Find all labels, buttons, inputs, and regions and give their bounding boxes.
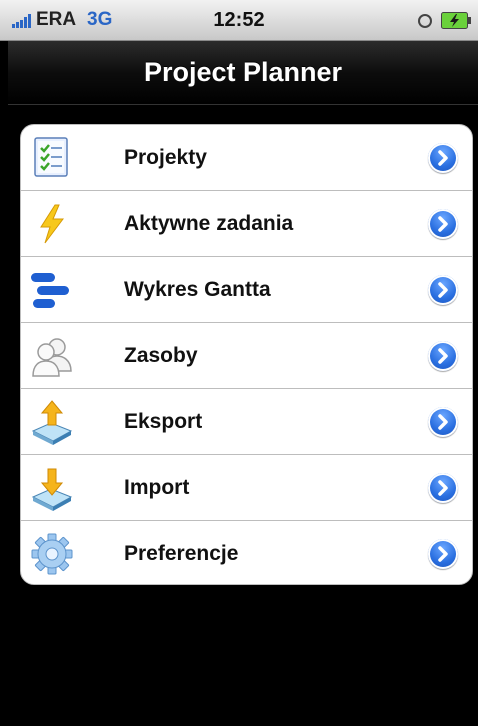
clock: 12:52 xyxy=(213,9,265,31)
menu-item-zasoby[interactable]: Zasoby xyxy=(21,323,472,389)
menu-list: Projekty Aktywne zadania Wykres Gantta Z… xyxy=(20,124,473,585)
people-icon xyxy=(32,338,72,377)
menu-item-label: Wykres Gantta xyxy=(124,278,271,301)
menu-item-projekty[interactable]: Projekty xyxy=(21,125,472,191)
menu-item-label: Projekty xyxy=(124,146,207,169)
menu-item-label: Aktywne zadania xyxy=(124,212,294,235)
page-title: Project Planner xyxy=(143,57,343,87)
menu-item-aktywne-zadania[interactable]: Aktywne zadania xyxy=(21,191,472,257)
menu-item-label: Import xyxy=(124,476,190,499)
gear-icon xyxy=(31,533,73,575)
checklist-icon xyxy=(34,137,68,177)
menu-item-preferencje[interactable]: Preferencje xyxy=(21,521,472,584)
import-icon xyxy=(31,468,73,511)
export-icon xyxy=(31,400,73,445)
menu-item-label: Preferencje xyxy=(124,542,239,565)
chevron-right-icon[interactable] xyxy=(428,473,458,503)
chevron-right-icon[interactable] xyxy=(428,539,458,569)
orientation-lock-icon xyxy=(418,14,432,28)
navigation-bar: Project Planner xyxy=(8,41,478,105)
lightning-icon xyxy=(40,204,64,244)
status-bar: ERA 3G 12:52 xyxy=(0,0,478,41)
chevron-right-icon[interactable] xyxy=(428,209,458,239)
menu-item-import[interactable]: Import xyxy=(21,455,472,521)
battery-charging-icon xyxy=(441,12,471,29)
chevron-right-icon[interactable] xyxy=(428,275,458,305)
chevron-right-icon[interactable] xyxy=(428,143,458,173)
menu-item-eksport[interactable]: Eksport xyxy=(21,389,472,455)
menu-item-label: Zasoby xyxy=(124,344,198,367)
menu-item-wykres-gantta[interactable]: Wykres Gantta xyxy=(21,257,472,323)
gantt-chart-icon xyxy=(31,273,69,308)
chevron-right-icon[interactable] xyxy=(428,341,458,371)
menu-item-label: Eksport xyxy=(124,410,203,433)
chevron-right-icon[interactable] xyxy=(428,407,458,437)
